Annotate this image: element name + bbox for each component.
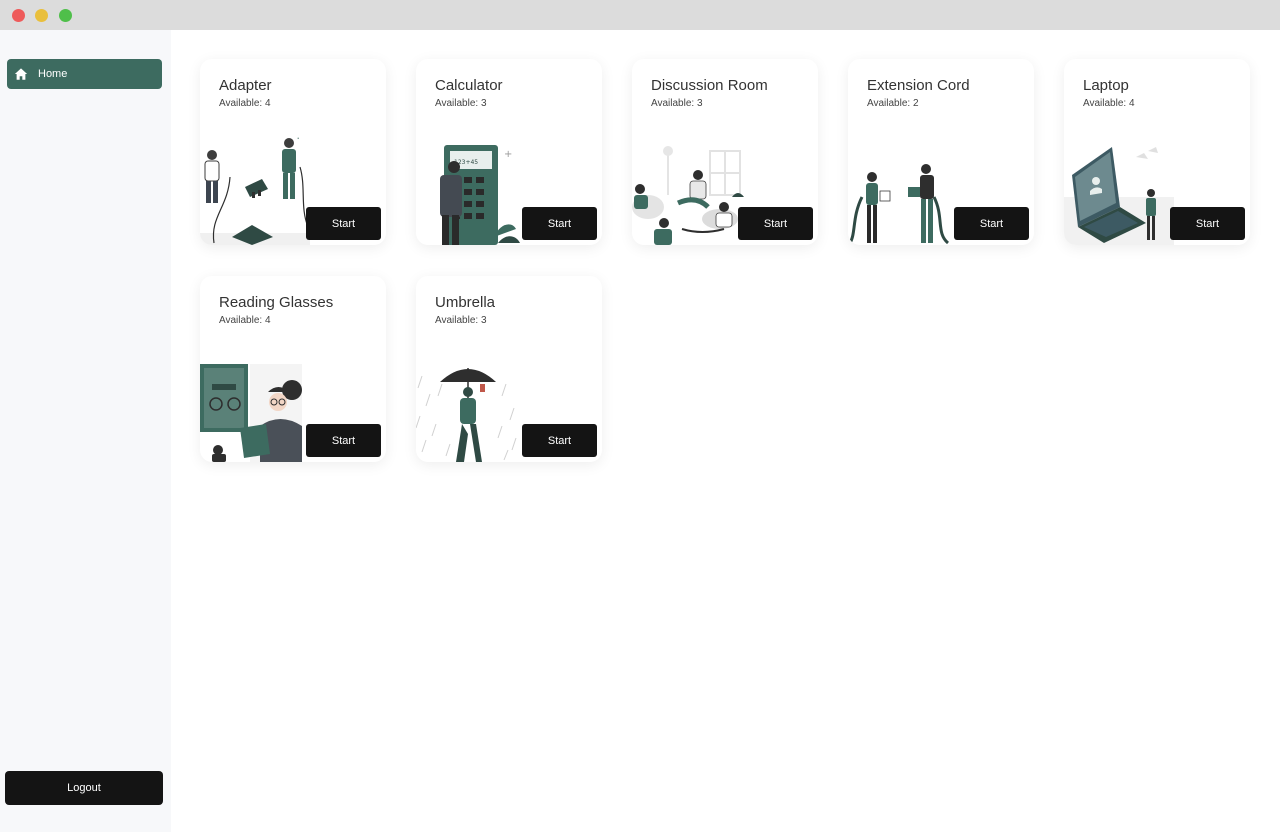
start-button[interactable]: Start (522, 424, 597, 457)
start-button[interactable]: Start (306, 424, 381, 457)
maximize-window-button[interactable] (59, 9, 72, 22)
card-title: Calculator (435, 77, 503, 94)
card-title: Adapter (219, 77, 272, 94)
logout-button[interactable]: Logout (5, 771, 163, 805)
availability-text: Available: 4 (219, 98, 271, 109)
availability-text: Available: 4 (219, 315, 271, 326)
item-card-discussion-room: Discussion Room Available: 3 Start (632, 59, 818, 245)
availability-text: Available: 3 (651, 98, 703, 109)
item-card-laptop: Laptop Available: 4 Start (1064, 59, 1250, 245)
sidebar-item-home[interactable]: Home (7, 59, 162, 89)
card-title: Extension Cord (867, 77, 970, 94)
availability-text: Available: 4 (1083, 98, 1135, 109)
sidebar-item-label: Home (38, 68, 68, 80)
close-window-button[interactable] (12, 9, 25, 22)
start-button[interactable]: Start (1170, 207, 1245, 240)
start-button[interactable]: Start (738, 207, 813, 240)
start-button[interactable]: Start (522, 207, 597, 240)
app-window: Home Logout Adapter Available: 4 ? Start (0, 0, 1280, 832)
availability-text: Available: 3 (435, 98, 487, 109)
item-card-adapter: Adapter Available: 4 ? Start (200, 59, 386, 245)
minimize-window-button[interactable] (35, 9, 48, 22)
item-card-calculator: Calculator Available: 3 123+45 + Start (416, 59, 602, 245)
card-title: Reading Glasses (219, 294, 334, 311)
start-button[interactable]: Start (954, 207, 1029, 240)
item-card-extension-cord: Extension Cord Available: 2 Start (848, 59, 1034, 245)
item-card-reading-glasses: Reading Glasses Available: 4 Start (200, 276, 386, 462)
card-title: Umbrella (435, 294, 496, 311)
availability-text: Available: 3 (435, 315, 487, 326)
title-bar (0, 0, 1280, 30)
home-icon (14, 68, 28, 80)
svg-text:?: ? (296, 137, 301, 142)
item-card-umbrella: Umbrella Available: 3 Start (416, 276, 602, 462)
card-title: Discussion Room (651, 77, 768, 94)
availability-text: Available: 2 (867, 98, 919, 109)
svg-text:+: + (504, 149, 512, 160)
start-button[interactable]: Start (306, 207, 381, 240)
card-title: Laptop (1083, 77, 1129, 94)
sidebar: Home Logout (0, 30, 171, 832)
